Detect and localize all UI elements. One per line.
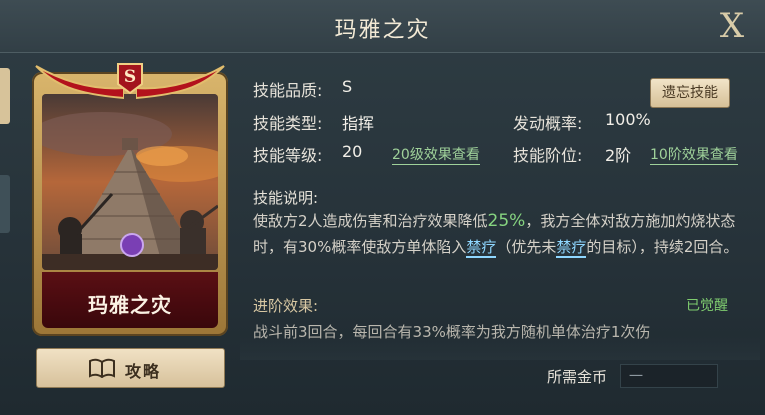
description-part: 使敌方2人造成伤害和治疗效果降低: [253, 212, 488, 230]
cost-box: 一: [620, 364, 718, 388]
skill-detail-panel: 玛雅之灾 X S 玛雅之灾 攻略 技能品质: S 遗忘技能 技能类型: 指挥 发…: [0, 0, 765, 415]
stage-effect-link[interactable]: 10阶效果查看: [650, 144, 738, 165]
description-percent: 25%: [487, 211, 526, 231]
rate-value: 100%: [605, 110, 651, 129]
keyword-heal-ban[interactable]: 禁疗: [466, 238, 497, 258]
description-title: 技能说明:: [253, 189, 319, 207]
scroll-fade: [240, 336, 760, 360]
advanced-title: 进阶效果:: [253, 297, 319, 315]
page-title: 玛雅之灾: [334, 18, 431, 43]
level-value: 20: [342, 142, 363, 161]
description-part: 的目标），持续2回合。: [586, 238, 739, 256]
guide-button[interactable]: 攻略: [36, 348, 225, 388]
stage-label: 技能阶位:: [513, 146, 583, 165]
side-tab[interactable]: [0, 175, 10, 233]
level-effect-link[interactable]: 20级效果查看: [392, 144, 480, 165]
guide-button-label: 攻略: [125, 362, 162, 381]
forget-skill-button[interactable]: 遗忘技能: [650, 78, 730, 108]
stage-value: 2阶: [605, 146, 632, 165]
card-name: 玛雅之灾: [88, 293, 172, 317]
description-text: 使敌方2人造成伤害和治疗效果降低25%，我方全体对敌方施加灼烧状态时，有30%概…: [253, 208, 751, 260]
skill-card: S 玛雅之灾: [32, 60, 228, 336]
close-icon[interactable]: X: [713, 6, 751, 46]
keyword-heal-ban[interactable]: 禁疗: [556, 238, 587, 258]
left-wing-ornament: [35, 65, 124, 100]
faction-emblem-icon: [120, 233, 144, 257]
header-bar: 玛雅之灾 X: [0, 0, 765, 53]
cost-value: 一: [629, 369, 643, 385]
description-part: （优先未: [496, 238, 557, 256]
quality-value: S: [342, 77, 353, 96]
side-tab-active[interactable]: [0, 68, 10, 124]
type-value: 指挥: [342, 114, 375, 133]
card-rank: S: [123, 67, 137, 87]
cost-label: 所需金币: [547, 368, 608, 386]
awakened-status: 已觉醒: [686, 298, 728, 314]
quality-label: 技能品质:: [253, 81, 323, 100]
rate-label: 发动概率:: [513, 114, 583, 133]
book-icon: [89, 358, 115, 378]
level-label: 技能等级:: [253, 146, 323, 165]
right-wing-ornament: [136, 65, 225, 100]
type-label: 技能类型:: [253, 114, 323, 133]
